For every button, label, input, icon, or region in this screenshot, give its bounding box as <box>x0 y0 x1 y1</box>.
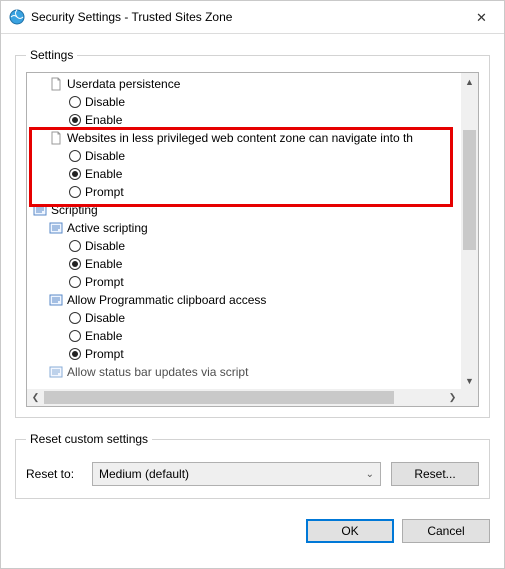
scroll-right-arrow[interactable]: ❯ <box>444 389 461 406</box>
option-label: Disable <box>85 311 125 325</box>
radio-icon <box>69 114 81 126</box>
window-title: Security Settings - Trusted Sites Zone <box>31 10 459 24</box>
settings-tree-viewport: Userdata persistence Disable Enable <box>27 73 461 389</box>
radio-icon <box>69 240 81 252</box>
radio-clipboard-prompt[interactable]: Prompt <box>27 345 461 363</box>
option-label: Prompt <box>85 275 124 289</box>
item-label: Active scripting <box>67 221 148 235</box>
radio-icon <box>69 258 81 270</box>
vertical-scrollbar[interactable]: ▲ ▼ <box>461 73 478 389</box>
radio-icon <box>69 168 81 180</box>
radio-userdata-enable[interactable]: Enable <box>27 111 461 129</box>
scripting-item-icon <box>49 221 63 235</box>
settings-tree: Userdata persistence Disable Enable <box>26 72 479 407</box>
option-label: Disable <box>85 149 125 163</box>
scrollbar-corner <box>461 389 478 406</box>
radio-icon <box>69 348 81 360</box>
item-active-scripting: Active scripting <box>27 219 461 237</box>
horizontal-scroll-track[interactable] <box>44 389 444 406</box>
item-label: Websites in less privileged web content … <box>67 131 413 145</box>
horizontal-scrollbar[interactable]: ❮ ❯ <box>27 389 461 406</box>
app-icon <box>9 9 25 25</box>
option-label: Prompt <box>85 347 124 361</box>
cancel-button[interactable]: Cancel <box>402 519 490 543</box>
radio-activescript-enable[interactable]: Enable <box>27 255 461 273</box>
settings-tree-content: Userdata persistence Disable Enable <box>27 73 461 381</box>
chevron-down-icon: ⌄ <box>366 469 374 480</box>
ok-button[interactable]: OK <box>306 519 394 543</box>
radio-icon <box>69 96 81 108</box>
radio-websites-enable[interactable]: Enable <box>27 165 461 183</box>
vertical-scroll-track[interactable] <box>461 90 478 372</box>
scroll-up-arrow[interactable]: ▲ <box>461 73 478 90</box>
reset-row: Reset to: Medium (default) ⌄ Reset... <box>26 456 479 488</box>
radio-icon <box>69 312 81 324</box>
security-settings-dialog: Security Settings - Trusted Sites Zone ✕… <box>0 0 505 569</box>
settings-group: Settings Userdata persistence <box>15 48 490 418</box>
reset-legend: Reset custom settings <box>26 432 152 446</box>
close-icon: ✕ <box>476 11 487 24</box>
dialog-client-area: Settings Userdata persistence <box>1 34 504 568</box>
radio-websites-prompt[interactable]: Prompt <box>27 183 461 201</box>
horizontal-scroll-thumb[interactable] <box>44 391 394 404</box>
radio-icon <box>69 186 81 198</box>
reset-to-label: Reset to: <box>26 467 82 481</box>
radio-clipboard-disable[interactable]: Disable <box>27 309 461 327</box>
option-label: Disable <box>85 95 125 109</box>
radio-clipboard-enable[interactable]: Enable <box>27 327 461 345</box>
scroll-down-arrow[interactable]: ▼ <box>461 372 478 389</box>
item-label: Userdata persistence <box>67 77 180 91</box>
scripting-item-icon <box>49 365 63 379</box>
item-label: Scripting <box>51 203 98 217</box>
radio-activescript-prompt[interactable]: Prompt <box>27 273 461 291</box>
option-label: Enable <box>85 167 122 181</box>
scripting-group-icon <box>33 203 47 217</box>
option-label: Prompt <box>85 185 124 199</box>
item-label: Allow Programmatic clipboard access <box>67 293 266 307</box>
radio-icon <box>69 330 81 342</box>
item-programmatic-clipboard: Allow Programmatic clipboard access <box>27 291 461 309</box>
dialog-button-bar: OK Cancel <box>15 519 490 543</box>
reset-group: Reset custom settings Reset to: Medium (… <box>15 432 490 499</box>
reset-button[interactable]: Reset... <box>391 462 479 486</box>
settings-legend: Settings <box>26 48 77 62</box>
vertical-scroll-thumb[interactable] <box>463 130 476 250</box>
title-bar: Security Settings - Trusted Sites Zone ✕ <box>1 1 504 34</box>
close-button[interactable]: ✕ <box>459 1 504 33</box>
item-scripting-header: Scripting <box>27 201 461 219</box>
scripting-item-icon <box>49 293 63 307</box>
radio-icon <box>69 150 81 162</box>
scroll-left-arrow[interactable]: ❮ <box>27 389 44 406</box>
reset-level-dropdown[interactable]: Medium (default) ⌄ <box>92 462 381 486</box>
radio-activescript-disable[interactable]: Disable <box>27 237 461 255</box>
option-label: Enable <box>85 329 122 343</box>
radio-websites-disable[interactable]: Disable <box>27 147 461 165</box>
item-userdata-persistence: Userdata persistence <box>27 75 461 93</box>
document-icon <box>49 131 63 145</box>
option-label: Enable <box>85 113 122 127</box>
radio-icon <box>69 276 81 288</box>
item-label: Allow status bar updates via script <box>67 365 248 379</box>
radio-userdata-disable[interactable]: Disable <box>27 93 461 111</box>
reset-level-selected: Medium (default) <box>99 467 189 481</box>
item-statusbar-updates: Allow status bar updates via script <box>27 363 461 381</box>
document-icon <box>49 77 63 91</box>
option-label: Disable <box>85 239 125 253</box>
item-websites-less-privileged: Websites in less privileged web content … <box>27 129 461 147</box>
option-label: Enable <box>85 257 122 271</box>
